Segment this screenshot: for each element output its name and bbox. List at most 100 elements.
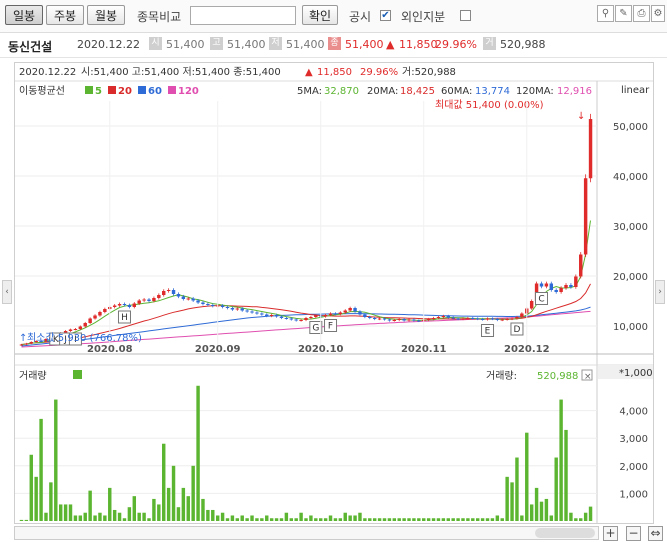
candle-body (265, 314, 269, 316)
candle-body (397, 319, 401, 320)
candle-body (240, 308, 244, 311)
zoom-in-button[interactable]: + (603, 526, 618, 541)
volume-bar (265, 515, 269, 521)
volume-bar (363, 518, 367, 521)
volume-bar (343, 512, 347, 521)
volume-bar (333, 518, 338, 521)
candle-body (181, 296, 186, 299)
volume-bar (176, 507, 181, 521)
candle-body (554, 290, 558, 292)
ma20-value: 18,425 (400, 86, 435, 97)
volume-bar (73, 515, 78, 521)
candle-body (500, 319, 504, 321)
event-marker-label: D (513, 325, 520, 335)
candle-body (564, 285, 568, 288)
volume-bar (520, 515, 524, 521)
candle-body (328, 313, 333, 315)
weekly-chart-button[interactable]: 주봉 (46, 5, 84, 25)
candle-body (343, 310, 347, 313)
chart-panel: 2020.12.22 시:51,400 고:51,400 저:51,400 종:… (14, 62, 654, 524)
volume-bar (34, 476, 38, 521)
volume-bar (68, 504, 73, 521)
time-tick-label: 2020.08 (87, 344, 133, 355)
disclosure-checkbox[interactable]: ✔ (380, 10, 391, 21)
price-chart[interactable]: 2020.12.22 시:51,400 고:51,400 저:51,400 종:… (15, 63, 653, 523)
candle-body (171, 290, 176, 294)
zoom-out-button[interactable]: − (626, 526, 641, 541)
volume-bar (451, 518, 455, 521)
scroll-right-arrow-icon[interactable]: › (655, 280, 665, 304)
volume-bar (466, 518, 470, 521)
reset-zoom-button[interactable]: ⇔ (648, 526, 663, 541)
candle-body (162, 291, 166, 295)
volume-bar (358, 512, 362, 521)
chart-header-pct: 29.96% (360, 67, 398, 78)
volume-bar (255, 518, 259, 521)
candle-body (142, 299, 146, 301)
min-value-label: 최소값 5,930 (766.78%) (27, 332, 142, 344)
price-tick-label: 30,000 (613, 222, 648, 233)
ma-legend-label: 20 (118, 86, 132, 97)
candle-body (314, 315, 318, 317)
volume-bar (304, 518, 308, 521)
candle-body (353, 308, 357, 312)
candle-body (250, 311, 254, 313)
confirm-button[interactable]: 확인 (302, 5, 338, 25)
close-icon: 종 (328, 37, 341, 50)
stock-name: 동신건설 (8, 40, 53, 54)
volume-bar (387, 518, 392, 521)
candle-body (299, 320, 303, 321)
volume-bar (215, 515, 220, 521)
volume-bar (583, 512, 588, 521)
volume-bar (574, 518, 578, 521)
max-value-label: 최대값 51,400 (0.00%) (435, 99, 544, 111)
volume-bar (525, 432, 529, 521)
volume-bar (314, 518, 318, 521)
candle-body (19, 344, 24, 346)
volume-bar (240, 515, 244, 521)
change-percent: 29.96% (435, 38, 477, 51)
candle-body (529, 301, 534, 309)
volume-bar (441, 518, 446, 521)
candle-body (368, 317, 372, 318)
compare-input[interactable] (190, 6, 296, 25)
volume-bar (108, 487, 112, 521)
candle-body (392, 320, 397, 321)
volume-bar (88, 490, 92, 521)
candle-body (515, 317, 519, 319)
volume-bar (132, 496, 137, 521)
candle-body (466, 318, 470, 319)
ma-legend-swatch (138, 86, 146, 94)
daily-chart-button[interactable]: 일봉 (5, 5, 43, 25)
pencil-icon[interactable]: ✎ (615, 5, 632, 22)
volume-bar (392, 518, 397, 521)
ma60-label: 60MA: (441, 86, 472, 97)
scroll-left-arrow-icon[interactable]: ‹ (2, 280, 12, 304)
candle-body (93, 315, 97, 319)
foreign-checkbox[interactable] (460, 10, 471, 21)
candle-body (269, 315, 274, 316)
monthly-chart-button[interactable]: 월봉 (87, 5, 125, 25)
volume-bar (152, 498, 156, 521)
pin-icon[interactable]: ⚲ (597, 5, 614, 22)
volume-bar (417, 518, 421, 521)
event-marker-label: C (538, 295, 544, 305)
volume-bar (269, 518, 274, 521)
volume-title: 거래량 (19, 370, 47, 382)
price-tick-label: 20,000 (613, 272, 648, 283)
candle-body (431, 318, 436, 319)
print-icon[interactable]: ⎙ (633, 5, 650, 22)
candle-body (505, 319, 509, 320)
volume-bar (142, 512, 146, 521)
ma-legend: 5 20 60 120 (85, 86, 199, 97)
candle-body (132, 303, 137, 307)
volume-bar (490, 518, 495, 521)
volume-bar (93, 515, 97, 521)
settings-icon[interactable]: ⚙ (651, 5, 665, 22)
volume-bar (279, 518, 284, 521)
volume-bar (235, 518, 240, 521)
volume-value-label: 거래량: (486, 370, 517, 382)
horizontal-scrollbar[interactable] (14, 526, 599, 540)
scrollbar-thumb[interactable] (535, 528, 595, 538)
candle-body (333, 313, 338, 315)
